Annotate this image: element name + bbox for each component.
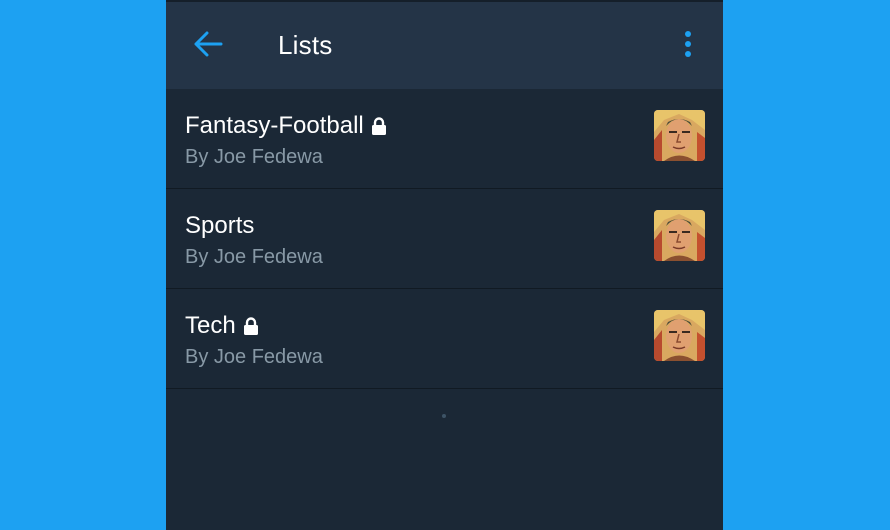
app-bar: Lists [166, 2, 723, 89]
back-button[interactable] [188, 28, 228, 64]
list-name: Tech [185, 312, 236, 339]
list-name: Fantasy-Football [185, 112, 364, 139]
app-screen: Lists Fantasy-Football By Joe Fedewa Spo… [166, 0, 723, 530]
lock-icon [371, 116, 387, 136]
list-owner: By Joe Fedewa [185, 246, 323, 268]
list-title-row: Fantasy-Football [185, 111, 387, 141]
list-owner: By Joe Fedewa [185, 146, 323, 168]
list-item[interactable]: Sports By Joe Fedewa [166, 189, 723, 289]
more-vertical-icon [684, 30, 692, 63]
lock-icon [243, 316, 259, 336]
list-item[interactable]: Tech By Joe Fedewa [166, 289, 723, 389]
overflow-menu-button[interactable] [673, 28, 703, 64]
lists-container: Fantasy-Football By Joe Fedewa Sports By… [166, 89, 723, 389]
page-title: Lists [278, 30, 333, 60]
avatar [654, 310, 705, 361]
list-name: Sports [185, 212, 255, 239]
avatar [654, 210, 705, 261]
scroll-indicator [442, 414, 446, 418]
list-item[interactable]: Fantasy-Football By Joe Fedewa [166, 89, 723, 189]
list-title-row: Sports [185, 211, 254, 241]
avatar [654, 110, 705, 161]
list-owner: By Joe Fedewa [185, 346, 323, 368]
list-title-row: Tech [185, 311, 259, 341]
arrow-left-icon [193, 31, 223, 62]
